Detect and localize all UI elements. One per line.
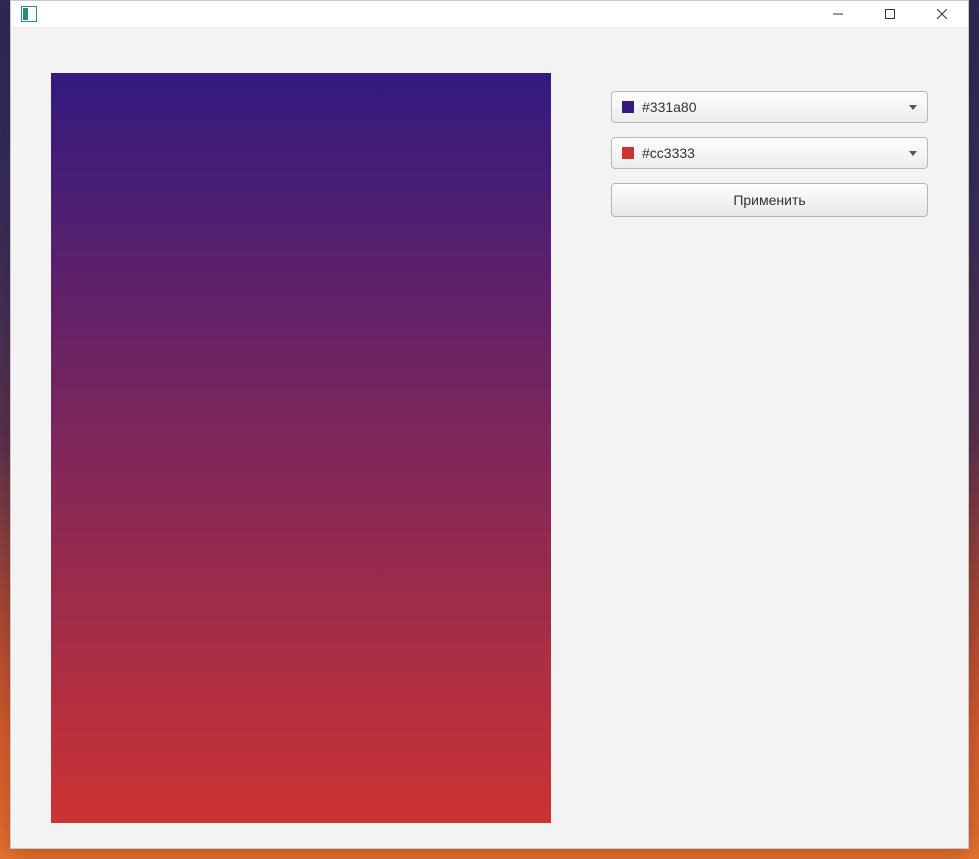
app-window: #331a80 #cc3333 Применить (10, 0, 969, 849)
color-swatch-icon (622, 147, 634, 159)
desktop-background: #331a80 #cc3333 Применить (0, 0, 979, 859)
app-icon (21, 6, 37, 22)
window-controls (812, 1, 968, 27)
apply-button-label: Применить (733, 192, 805, 208)
gradient-preview (51, 73, 551, 823)
top-color-select[interactable]: #331a80 (611, 91, 928, 123)
maximize-icon (885, 9, 895, 19)
apply-button[interactable]: Применить (611, 183, 928, 217)
close-icon (937, 9, 947, 19)
chevron-down-icon (909, 105, 917, 110)
minimize-button[interactable] (812, 1, 864, 27)
color-swatch-icon (622, 101, 634, 113)
bottom-color-select[interactable]: #cc3333 (611, 137, 928, 169)
bottom-color-label: #cc3333 (642, 145, 909, 161)
titlebar[interactable] (11, 1, 968, 28)
close-button[interactable] (916, 1, 968, 27)
controls-panel: #331a80 #cc3333 Применить (611, 73, 928, 823)
client-area: #331a80 #cc3333 Применить (11, 28, 968, 848)
top-color-label: #331a80 (642, 99, 909, 115)
maximize-button[interactable] (864, 1, 916, 27)
chevron-down-icon (909, 151, 917, 156)
minimize-icon (833, 9, 843, 19)
